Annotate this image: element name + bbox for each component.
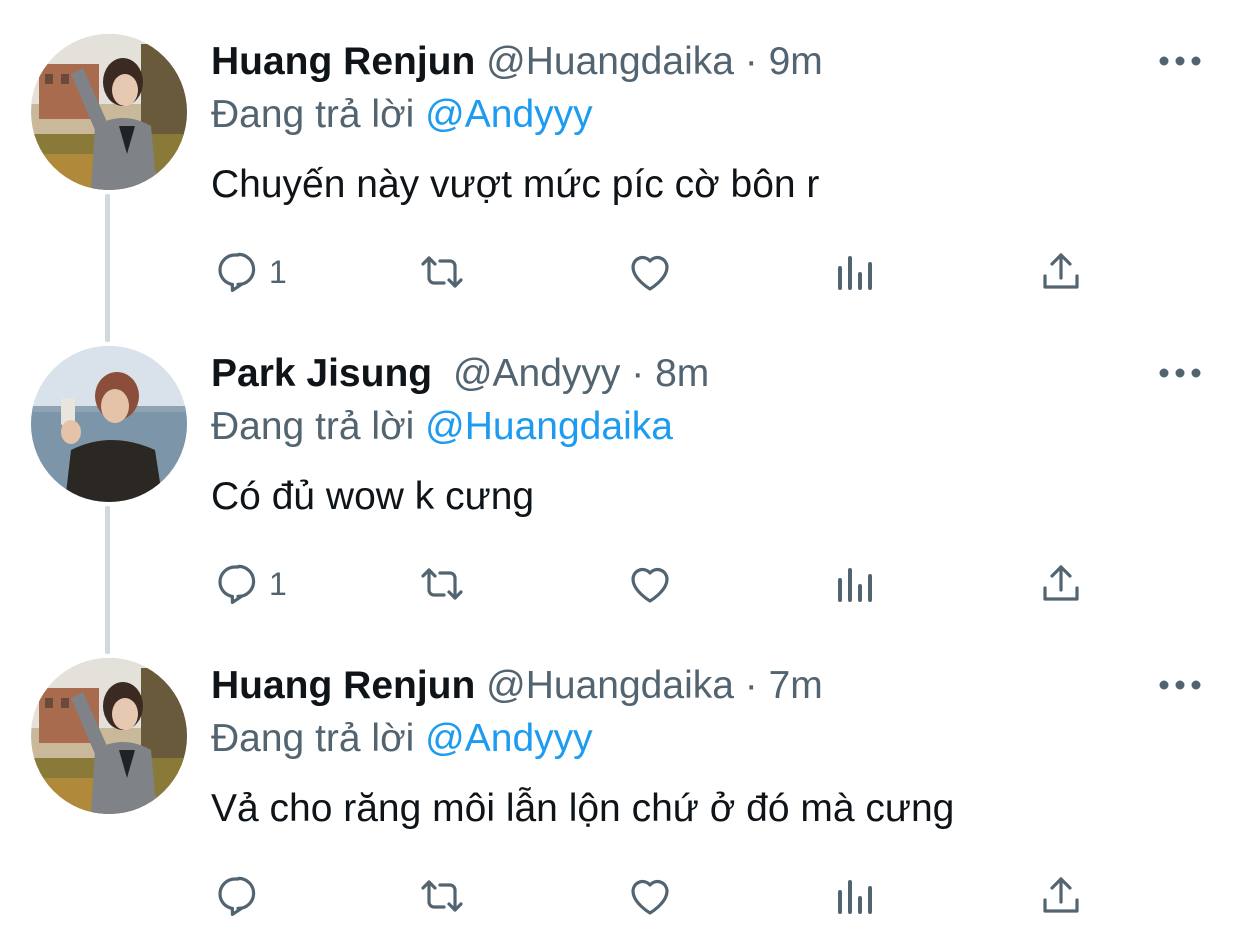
share-icon: [1043, 253, 1079, 289]
tweet-header: Huang Renjun @Huangdaika · 9m: [211, 40, 823, 84]
replying-prefix: Đang trả lời: [211, 93, 415, 136]
tweet-text: Chuyến này vượt mức píc cờ bôn r: [211, 163, 820, 206]
share-button[interactable]: [1037, 868, 1085, 924]
more-icon: [1159, 368, 1201, 378]
tweet[interactable]: Huang Renjun @Huangdaika · 9m Đang trả l…: [0, 0, 1242, 312]
reply-icon: [218, 252, 256, 292]
tweet-actions: [0, 868, 1242, 924]
share-button[interactable]: [1037, 556, 1085, 612]
analytics-icon: [838, 568, 872, 602]
separator-dot: ·: [744, 40, 758, 83]
timestamp[interactable]: 9m: [769, 40, 823, 83]
replying-prefix: Đang trả lời: [211, 717, 415, 760]
analytics-icon: [838, 880, 872, 914]
avatar-image: [31, 346, 187, 502]
retweet-icon: [421, 880, 463, 912]
tweet[interactable]: Park Jisung @Andyyy · 8m Đang trả lời @H…: [0, 312, 1242, 624]
retweet-icon: [421, 568, 463, 600]
reply-button[interactable]: 1: [213, 244, 287, 300]
avatar[interactable]: [31, 34, 187, 190]
replying-to: Đang trả lời @Andyyy: [211, 93, 593, 137]
like-button[interactable]: [626, 244, 674, 300]
more-icon: [1159, 680, 1201, 690]
more-button[interactable]: [1158, 362, 1202, 384]
analytics-button[interactable]: [832, 868, 880, 924]
avatar-image: [31, 658, 187, 814]
display-name[interactable]: Park Jisung: [211, 352, 432, 395]
tweet-actions: 1: [0, 556, 1242, 612]
tweet[interactable]: Huang Renjun @Huangdaika · 7m Đang trả l…: [0, 624, 1242, 936]
display-name[interactable]: Huang Renjun: [211, 40, 475, 83]
more-button[interactable]: [1158, 50, 1202, 72]
avatar[interactable]: [31, 346, 187, 502]
replying-prefix: Đang trả lời: [211, 405, 415, 448]
analytics-button[interactable]: [832, 556, 880, 612]
tweet-header: Park Jisung @Andyyy · 8m: [211, 352, 709, 396]
retweet-button[interactable]: [418, 244, 466, 300]
replying-to-mention[interactable]: @Andyyy: [425, 93, 592, 136]
more-button[interactable]: [1158, 674, 1202, 696]
heart-icon: [631, 567, 669, 603]
tweet-text: Có đủ wow k cưng: [211, 475, 535, 518]
user-handle[interactable]: @Huangdaika: [486, 40, 734, 83]
tweet-header: Huang Renjun @Huangdaika · 7m: [211, 664, 823, 708]
replying-to-mention[interactable]: @Huangdaika: [425, 405, 673, 448]
share-icon: [1043, 877, 1079, 913]
user-handle[interactable]: @Andyyy: [453, 352, 620, 395]
display-name[interactable]: Huang Renjun: [211, 664, 475, 707]
user-handle[interactable]: @Huangdaika: [486, 664, 734, 707]
share-button[interactable]: [1037, 244, 1085, 300]
like-button[interactable]: [626, 556, 674, 612]
heart-icon: [631, 879, 669, 915]
analytics-icon: [838, 256, 872, 290]
reply-count: 1: [269, 565, 287, 602]
reply-button[interactable]: 1: [213, 556, 287, 612]
retweet-button[interactable]: [418, 868, 466, 924]
tweet-text: Vả cho răng môi lẫn lộn chứ ở đó mà cưng: [211, 787, 955, 830]
heart-icon: [631, 255, 669, 291]
analytics-button[interactable]: [832, 244, 880, 300]
retweet-icon: [421, 256, 463, 288]
separator-dot: ·: [744, 664, 758, 707]
reply-button[interactable]: [213, 868, 269, 924]
retweet-button[interactable]: [418, 556, 466, 612]
avatar[interactable]: [31, 658, 187, 814]
reply-icon: [218, 564, 256, 604]
more-icon: [1159, 56, 1201, 66]
reply-count: 1: [269, 253, 287, 290]
timestamp[interactable]: 8m: [655, 352, 709, 395]
like-button[interactable]: [626, 868, 674, 924]
replying-to: Đang trả lời @Huangdaika: [211, 405, 673, 449]
separator-dot: ·: [631, 352, 645, 395]
reply-icon: [218, 876, 256, 916]
share-icon: [1043, 565, 1079, 601]
tweet-actions: 1: [0, 244, 1242, 300]
replying-to: Đang trả lời @Andyyy: [211, 717, 593, 761]
timestamp[interactable]: 7m: [769, 664, 823, 707]
replying-to-mention[interactable]: @Andyyy: [425, 717, 592, 760]
avatar-image: [31, 34, 187, 190]
